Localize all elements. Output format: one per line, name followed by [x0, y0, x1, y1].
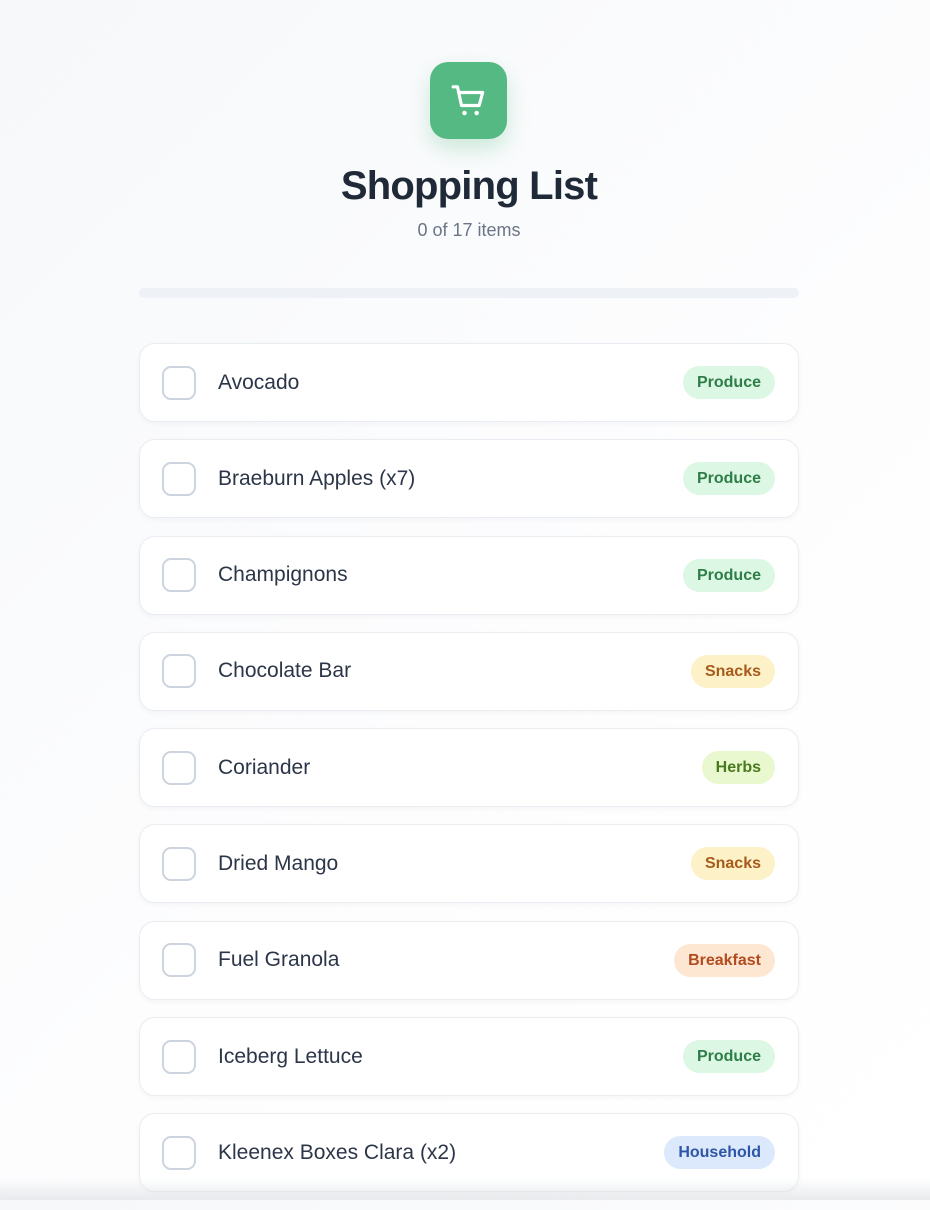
item-list: Avocado Produce Braeburn Apples (x7) Pro… [139, 343, 799, 1210]
list-item[interactable]: Iceberg Lettuce Produce [139, 1017, 799, 1097]
list-item[interactable]: Braeburn Apples (x7) Produce [139, 439, 799, 519]
page-title: Shopping List [340, 164, 598, 208]
item-checkbox[interactable] [162, 654, 196, 689]
item-checkbox[interactable] [162, 846, 196, 881]
item-checkbox[interactable] [162, 461, 196, 496]
list-item[interactable]: Fuel Granola Breakfast [139, 920, 799, 1000]
category-badge: Produce [682, 462, 775, 496]
list-item[interactable]: Coriander Herbs [139, 728, 799, 808]
item-name: Coriander [218, 755, 311, 779]
item-name: Kleenex Boxes Clara (x2) [218, 1140, 457, 1164]
item-checkbox[interactable] [162, 365, 196, 400]
item-name: Braeburn Apples (x7) [218, 466, 416, 490]
item-name: Iceberg Lettuce [218, 1044, 363, 1068]
category-badge: Household [664, 1136, 775, 1170]
list-item[interactable]: Dried Mango Snacks [139, 824, 799, 904]
category-badge: Produce [682, 1040, 775, 1074]
item-checkbox[interactable] [162, 558, 196, 593]
item-checkbox[interactable] [162, 1135, 196, 1170]
list-item[interactable]: Chocolate Bar Snacks [139, 631, 799, 711]
item-checkbox[interactable] [162, 943, 196, 978]
item-name: Fuel Granola [218, 948, 340, 972]
progress-bar [139, 288, 799, 298]
list-item[interactable]: Kleenex Boxes Clara (x2) Household [139, 1113, 799, 1193]
shopping-cart-icon [430, 62, 507, 139]
category-badge: Snacks [690, 847, 775, 881]
item-name: Chocolate Bar [218, 659, 352, 683]
list-item[interactable]: Avocado Produce [139, 343, 799, 422]
category-badge: Breakfast [674, 943, 775, 977]
category-badge: Herbs [701, 751, 775, 785]
item-checkbox[interactable] [162, 750, 196, 785]
item-name: Champignons [218, 563, 348, 587]
category-badge: Snacks [690, 654, 775, 688]
item-name: Dried Mango [218, 851, 339, 875]
category-badge: Produce [682, 558, 775, 592]
item-checkbox[interactable] [162, 1039, 196, 1074]
item-count: 0 of 17 items [417, 220, 521, 240]
category-badge: Produce [682, 366, 775, 399]
list-item[interactable]: Champignons Produce [139, 535, 799, 615]
item-name: Avocado [218, 370, 300, 394]
